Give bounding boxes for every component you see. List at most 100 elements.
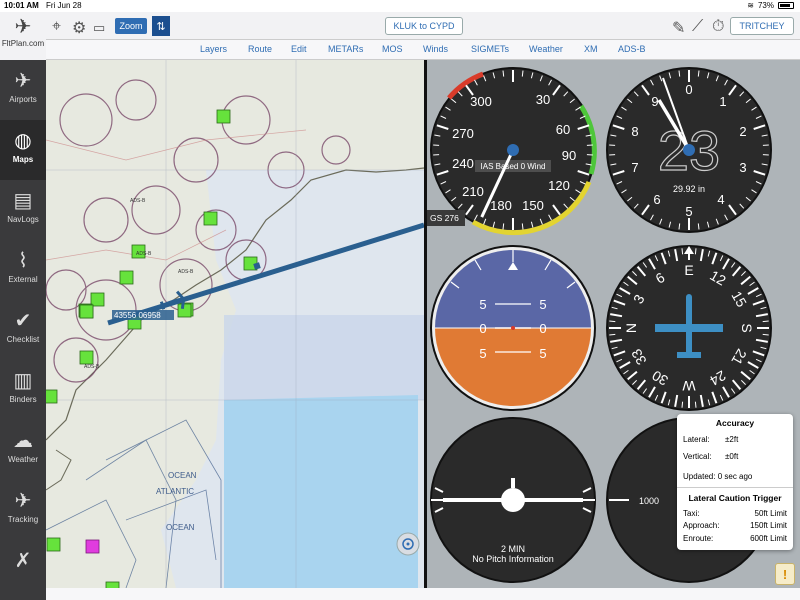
heading-label: E	[684, 262, 693, 278]
antenna-icon: ⌇	[18, 250, 28, 272]
alt-tick-label: 9	[651, 94, 658, 109]
sidebar: ✈ Airports ◍ Maps ▤ NavLogs ⌇ External ✔…	[0, 60, 46, 600]
ocean-label: ATLANTIC	[156, 487, 194, 496]
split-view-icon[interactable]: ▭	[93, 20, 105, 36]
dial-tick	[502, 70, 505, 77]
sidebar-item-external[interactable]: ⌇ External	[0, 240, 46, 300]
plane-track-icon: ✈	[14, 490, 32, 512]
status-bar: 10:01 AM Fri Jun 28 ≋ 73%	[0, 0, 800, 12]
sidebar-item-navlogs[interactable]: ▤ NavLogs	[0, 180, 46, 240]
altimeter[interactable]: 0 1 2 3 4 5 6 7 8 9 23 29.92 in	[606, 67, 772, 233]
sidebar-item-checklist[interactable]: ✔ Checklist	[0, 300, 46, 360]
airspeed-indicator[interactable]: 300 30 60 90 120 150 180 210 240 270 IAS…	[430, 67, 597, 236]
lateral-label: Lateral:	[683, 435, 710, 444]
attitude-indicator[interactable]: 5 5 0 0 5 5	[430, 245, 596, 411]
dial-tick	[681, 248, 684, 255]
taxi-value: 50ft Limit	[754, 509, 787, 518]
sidebar-item-label: Tracking	[7, 515, 39, 524]
app-window: 10:01 AM Fri Jun 28 ≋ 73% ⌖ ⚙ ▭ Zoom ⇅ K…	[0, 0, 800, 600]
pitch-label: 0	[539, 321, 546, 336]
asi-tick-label: 150	[522, 198, 544, 213]
sidebar-item-maps[interactable]: ◍ Maps	[0, 120, 46, 180]
status-time: 10:01 AM	[4, 1, 39, 10]
asi-tick-label: 90	[562, 148, 576, 163]
sidebar-item-label: External	[8, 275, 38, 284]
sidebar-item-binders[interactable]: ▥ Binders	[0, 360, 46, 420]
menu-xm[interactable]: XM	[584, 44, 598, 54]
asi-tick-label: 270	[452, 126, 474, 141]
dial-tick	[694, 248, 697, 255]
asi-mode-label: IAS Based 0 Wind	[481, 162, 546, 171]
user-button[interactable]: TRITCHEY	[730, 17, 794, 35]
menu-mos[interactable]: MOS	[382, 44, 403, 54]
asi-tick-label: 60	[556, 122, 570, 137]
turn-rate-label: 2 MIN	[501, 544, 525, 554]
sidebar-item-label: Binders	[9, 395, 37, 404]
enroute-label: Enroute:	[683, 534, 714, 543]
menu-adsb[interactable]: ADS-B	[618, 44, 646, 54]
altimeter-setting: 29.92 in	[673, 184, 705, 194]
menu-edit[interactable]: Edit	[291, 44, 307, 54]
dial-tick	[762, 320, 769, 323]
pitch-info-label: No Pitch Information	[472, 554, 554, 564]
pencil-icon[interactable]: ✎	[672, 18, 685, 38]
menu-winds[interactable]: Winds	[423, 44, 448, 54]
heading-label: N	[623, 323, 639, 333]
accuracy-title: Accuracy	[715, 418, 755, 428]
dial-tick	[678, 223, 681, 230]
popover-divider	[677, 487, 793, 488]
swap-button[interactable]: ⇅	[152, 16, 170, 36]
sidebar-item-label: NavLogs	[7, 215, 39, 224]
heading-label: W	[682, 378, 696, 394]
map-canvas[interactable]: 43556 06958 ATLANTIC OCEAN OCEAN ADS-B A…	[46, 60, 424, 588]
alt-tick-label: 0	[685, 82, 692, 97]
dial-tick	[697, 70, 700, 77]
location-pin-icon[interactable]: ⌖	[52, 18, 61, 36]
binder-icon: ▥	[13, 370, 33, 392]
dial-tick	[678, 70, 681, 77]
pitch-label: 5	[479, 297, 486, 312]
menu-weather[interactable]: Weather	[529, 44, 563, 54]
ground	[435, 328, 591, 406]
menu-sigmets[interactable]: SIGMETs	[471, 44, 509, 54]
menu-layers[interactable]: Layers	[200, 44, 227, 54]
asi-tick-label: 180	[490, 198, 512, 213]
sidebar-item-tools[interactable]: ✗	[0, 540, 46, 600]
app-logo[interactable]: ✈ FltPlan.com	[0, 12, 46, 60]
pitch-label: 5	[539, 346, 546, 361]
adsb-label: ADS-B	[136, 251, 152, 257]
groundspeed-label: GS 276	[430, 213, 459, 223]
adsb-label: ADS-B	[178, 269, 194, 275]
gps-warning-button[interactable]: !	[775, 563, 795, 585]
turn-coordinator[interactable]: 2 MIN No Pitch Information	[430, 417, 596, 583]
sectional-map[interactable]: 43556 06958 ATLANTIC OCEAN OCEAN ADS-B A…	[46, 60, 424, 588]
menu-metars[interactable]: METARs	[328, 44, 363, 54]
taxi-label: Taxi:	[683, 509, 700, 518]
asi-tick-label: 120	[548, 178, 570, 193]
wifi-icon: ≋	[747, 1, 754, 10]
zoom-button[interactable]: Zoom	[115, 18, 147, 34]
sidebar-item-airports[interactable]: ✈ Airports	[0, 60, 46, 120]
sidebar-item-weather[interactable]: ☁ Weather	[0, 420, 46, 480]
heading-indicator[interactable]: E 1215S2124W3033N36	[606, 245, 772, 411]
battery-percent: 73%	[757, 1, 774, 10]
sidebar-item-label: Weather	[7, 455, 39, 464]
gear-icon[interactable]: ⚙	[72, 18, 86, 38]
alt-tick-label: 2	[739, 124, 746, 139]
menu-route[interactable]: Route	[248, 44, 272, 54]
top-toolbar: ⌖ ⚙ ▭ Zoom ⇅ KLUK to CYPD ✎ ⟋ ⏱ TRITCHEY	[0, 12, 800, 40]
timer-icon[interactable]: ⏱	[712, 18, 724, 36]
sidebar-item-tracking[interactable]: ✈ Tracking	[0, 480, 46, 540]
alt-tick-label: 3	[739, 160, 746, 175]
dial-tick	[502, 223, 505, 230]
dial-tick	[521, 70, 524, 77]
route-button[interactable]: KLUK to CYPD	[385, 17, 463, 35]
alt-tick-label: 5	[685, 204, 692, 219]
special-airport-marker[interactable]	[85, 539, 100, 554]
accuracy-popover: Accuracy Lateral: ±2ft Vertical: ±0ft Up…	[677, 414, 793, 550]
ruler-icon[interactable]: ⟋	[692, 18, 703, 36]
asi-tick-label: 300	[470, 94, 492, 109]
adsb-label: ADS-B	[130, 198, 146, 204]
alt-tick-label: 8	[631, 124, 638, 139]
logo-plane-icon: ✈	[14, 16, 32, 38]
